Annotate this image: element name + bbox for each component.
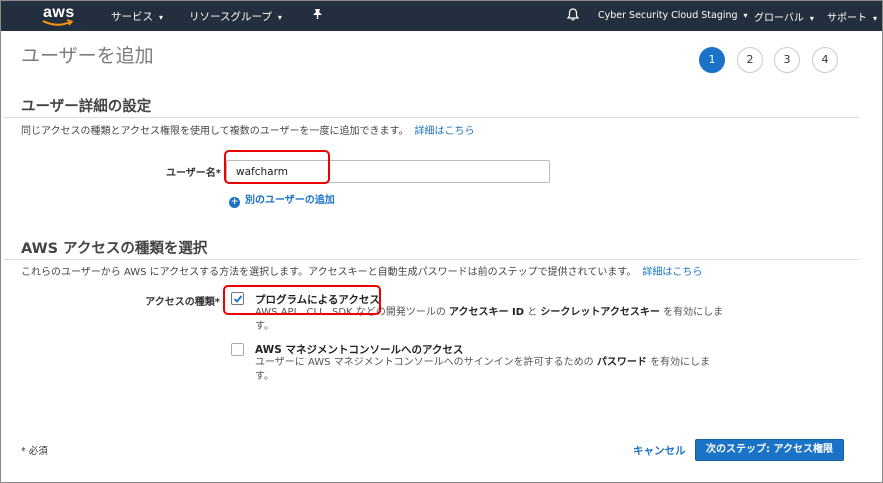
required-note: * 必須 xyxy=(21,446,48,457)
add-another-user-label: 別のユーザーの追加 xyxy=(245,195,335,206)
learn-more-link[interactable]: 詳細はこちら xyxy=(642,267,702,278)
add-another-user-link[interactable]: + 別のユーザーの追加 xyxy=(229,191,335,208)
next-permissions-button[interactable]: 次のステップ: アクセス権限 xyxy=(695,439,844,461)
option-desc-text: AWS API、CLI、SDK などの開発ツールの xyxy=(255,307,446,318)
programmatic-access-title[interactable]: プログラムによるアクセス xyxy=(255,292,380,307)
programmatic-access-description: AWS API、CLI、SDK などの開発ツールの アクセスキー ID と シー… xyxy=(255,306,725,334)
account-menu[interactable]: Cyber Security Cloud Staging ▾ xyxy=(598,10,748,21)
learn-more-link[interactable]: 詳細はこちら xyxy=(415,126,475,137)
chevron-down-icon: ▾ xyxy=(809,14,814,23)
user-details-heading: ユーザー詳細の設定 xyxy=(21,99,152,115)
plus-circle-icon: + xyxy=(229,197,240,208)
option-desc-text: と xyxy=(527,307,538,318)
support-label: サポート xyxy=(827,13,867,24)
aws-logo[interactable]: aws xyxy=(41,4,77,28)
password-text: パスワード xyxy=(596,357,647,368)
access-type-description-text: これらのユーザーから AWS にアクセスする方法を選択します。アクセスキーと自動… xyxy=(21,267,637,278)
region-label: グローバル xyxy=(754,13,804,24)
username-label: ユーザー名* xyxy=(165,168,221,179)
user-details-description: 同じアクセスの種類とアクセス権限を使用して複数のユーザーを一度に追加できます。詳… xyxy=(21,122,475,137)
chevron-down-icon: ▾ xyxy=(277,13,282,22)
resource-groups-menu[interactable]: リソースグループ ▾ xyxy=(189,9,282,24)
pin-icon[interactable] xyxy=(312,8,323,23)
support-menu[interactable]: サポート ▾ xyxy=(827,9,877,24)
account-name: Cyber Security Cloud Staging xyxy=(598,10,738,21)
step-2[interactable]: 2 xyxy=(737,47,763,73)
services-menu[interactable]: サービス ▾ xyxy=(111,9,163,24)
step-3[interactable]: 3 xyxy=(774,47,800,73)
chevron-down-icon: ▾ xyxy=(159,13,164,22)
console-access-description: ユーザーに AWS マネジメントコンソールへのサインインを許可するための パスワ… xyxy=(255,356,725,384)
username-input[interactable] xyxy=(226,160,550,183)
access-key-id-text: アクセスキー ID xyxy=(449,307,525,318)
aws-smile-icon xyxy=(42,19,74,26)
checkmark-icon xyxy=(233,295,243,303)
access-type-heading: AWS アクセスの種類を選択 xyxy=(21,241,208,257)
page-title: ユーザーを追加 xyxy=(21,45,154,67)
chevron-down-icon: ▾ xyxy=(743,11,748,20)
section-divider xyxy=(4,259,859,260)
user-details-description-text: 同じアクセスの種類とアクセス権限を使用して複数のユーザーを一度に追加できます。 xyxy=(21,126,409,137)
access-type-description: これらのユーザーから AWS にアクセスする方法を選択します。アクセスキーと自動… xyxy=(21,263,702,278)
chevron-down-icon: ▾ xyxy=(873,14,878,23)
console-access-checkbox[interactable] xyxy=(231,343,244,356)
region-menu[interactable]: グローバル ▾ xyxy=(754,9,814,24)
secret-access-key-text: シークレットアクセスキー xyxy=(540,307,660,318)
console-access-title[interactable]: AWS マネジメントコンソールへのアクセス xyxy=(255,342,463,357)
cancel-button[interactable]: キャンセル xyxy=(633,443,686,458)
resource-groups-label: リソースグループ xyxy=(189,11,272,23)
step-1[interactable]: 1 xyxy=(699,47,725,73)
programmatic-access-checkbox[interactable] xyxy=(231,292,244,305)
option-desc-text: ユーザーに AWS マネジメントコンソールへのサインインを許可するための xyxy=(255,357,594,368)
section-divider xyxy=(4,117,859,118)
step-4[interactable]: 4 xyxy=(812,47,838,73)
bell-icon[interactable] xyxy=(566,8,580,24)
services-menu-label: サービス xyxy=(111,11,153,23)
access-type-label: アクセスの種類* xyxy=(145,297,220,308)
top-navigation-bar: aws サービス ▾ リソースグループ ▾ Cyber Security Cloud… xyxy=(1,1,882,31)
